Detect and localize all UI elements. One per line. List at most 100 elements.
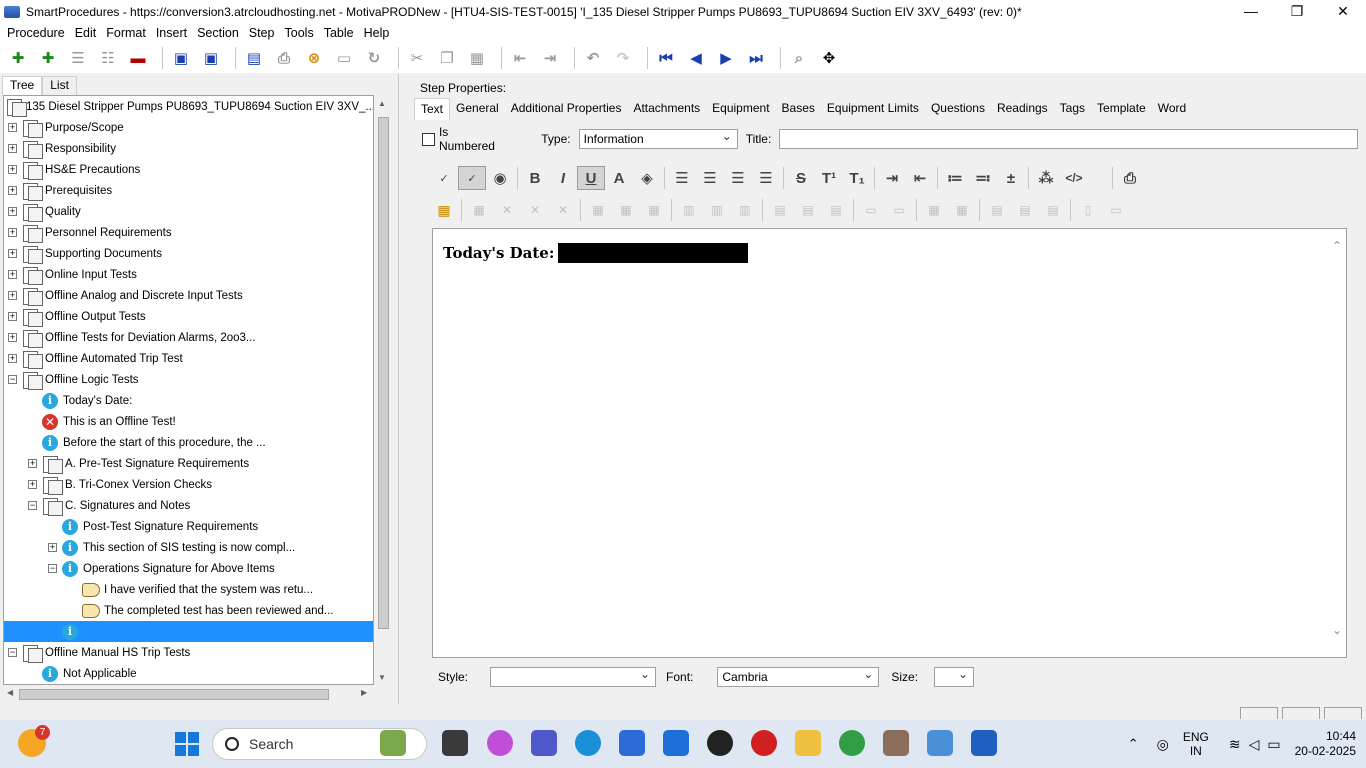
style-select[interactable] — [490, 667, 657, 687]
scroll-left-icon[interactable]: ◀ — [7, 688, 13, 697]
tree-item[interactable]: The completed test has been reviewed and… — [4, 600, 373, 621]
tab-tree[interactable]: Tree — [2, 76, 43, 95]
tree-item[interactable]: i Before the start of this procedure, the… — [4, 432, 373, 453]
expand-icon[interactable]: + — [8, 249, 17, 258]
size-select[interactable] — [934, 667, 975, 687]
editor-content[interactable]: Today's Date: — [443, 243, 749, 263]
html-source-icon[interactable]: </> — [1060, 166, 1088, 190]
chevron-up-icon[interactable]: ⌃ — [1128, 736, 1139, 752]
power-automate-icon[interactable] — [663, 730, 689, 756]
tree-item[interactable]: + Offline Automated Trip Test — [4, 348, 373, 369]
tree-vertical-scrollbar[interactable]: ▲ ▼ — [375, 95, 391, 685]
remote-app-icon[interactable] — [883, 730, 909, 756]
menu-insert[interactable]: Insert — [151, 26, 192, 40]
tree-item[interactable]: + Online Input Tests — [4, 264, 373, 285]
tree-item[interactable]: − i Operations Signature for Above Items — [4, 558, 373, 579]
expand-icon[interactable]: + — [8, 333, 17, 342]
close-button[interactable]: ✕ — [1320, 0, 1366, 23]
dell-icon[interactable] — [707, 730, 733, 756]
align-left-icon[interactable]: ☰ — [668, 166, 696, 190]
tree-item[interactable]: + Quality — [4, 201, 373, 222]
opera-icon[interactable] — [751, 730, 777, 756]
numbered-list-icon[interactable]: ≕ — [969, 166, 997, 190]
tree-item[interactable]: + i This section of SIS testing is now com… — [4, 537, 373, 558]
font-select[interactable]: Cambria — [717, 667, 880, 687]
spellcheck-icon[interactable]: ✓ — [430, 166, 458, 190]
decrease-indent-icon[interactable]: ⇤ — [906, 166, 934, 190]
align-center-icon[interactable]: ☰ — [696, 166, 724, 190]
minimize-button[interactable]: — — [1228, 0, 1274, 23]
tree-item[interactable]: ✕ This is an Offline Test! — [4, 411, 373, 432]
language-indicator[interactable]: ENG IN — [1183, 730, 1209, 758]
expand-icon[interactable]: + — [8, 165, 17, 174]
tree-item[interactable]: + Prerequisites — [4, 180, 373, 201]
justify-icon[interactable]: ☰ — [752, 166, 780, 190]
type-select[interactable]: Information — [578, 129, 738, 149]
chevron-up-icon[interactable]: ⌃ — [1332, 239, 1342, 253]
tab-equipment[interactable]: Equipment — [706, 98, 775, 120]
underline-icon[interactable]: U — [577, 166, 605, 190]
step-text-editor[interactable]: Today's Date: ⌃ ⌄ — [432, 228, 1347, 658]
strikethrough-icon[interactable]: S — [787, 166, 815, 190]
move-icon[interactable]: ✥ — [817, 46, 841, 70]
tree-item[interactable]: − Offline Manual HS Trip Tests — [4, 642, 373, 663]
scroll-up-icon[interactable]: ▲ — [378, 99, 386, 108]
file-explorer-icon[interactable] — [795, 730, 821, 756]
tree-item[interactable]: + Purpose/Scope — [4, 117, 373, 138]
menu-section[interactable]: Section — [192, 26, 244, 40]
menu-table[interactable]: Table — [319, 26, 359, 40]
tree-item[interactable]: i Today's Date: — [4, 390, 373, 411]
editor-scrollbar[interactable]: ⌃ ⌄ — [1332, 239, 1344, 639]
tree-item[interactable]: + Personnel Requirements — [4, 222, 373, 243]
copilot-icon[interactable] — [487, 730, 513, 756]
expand-icon[interactable]: + — [28, 459, 37, 468]
expand-icon[interactable]: + — [28, 480, 37, 489]
collapse-icon[interactable]: − — [8, 375, 17, 384]
tree-item[interactable]: + Offline Output Tests — [4, 306, 373, 327]
expand-icon[interactable]: + — [8, 228, 17, 237]
remove-icon[interactable]: ▬ — [126, 46, 150, 70]
expand-icon[interactable]: + — [8, 291, 17, 300]
expand-icon[interactable]: + — [8, 354, 17, 363]
expand-icon[interactable]: + — [8, 207, 17, 216]
store-icon[interactable] — [619, 730, 645, 756]
frame-icon[interactable]: ▭ — [332, 46, 356, 70]
outdent-icon[interactable]: ⇤ — [508, 46, 532, 70]
menu-tools[interactable]: Tools — [280, 26, 319, 40]
smartprocedures-taskbar-icon[interactable] — [927, 730, 953, 756]
battery-icon[interactable]: ▭ — [1267, 736, 1280, 753]
menu-procedure[interactable]: Procedure — [2, 26, 70, 40]
menu-edit[interactable]: Edit — [70, 26, 102, 40]
paste-icon[interactable]: ▦ — [465, 46, 489, 70]
superscript-icon[interactable]: T¹ — [815, 166, 843, 190]
tree-item[interactable]: + HS&E Precautions — [4, 159, 373, 180]
tree-item[interactable]: + Supporting Documents — [4, 243, 373, 264]
previous-icon[interactable]: ◀ — [684, 46, 708, 70]
font-color-icon[interactable]: A — [605, 166, 633, 190]
tab-additional-properties[interactable]: Additional Properties — [505, 98, 628, 120]
scroll-right-icon[interactable]: ▶ — [361, 688, 367, 697]
expand-icon[interactable]: + — [8, 123, 17, 132]
tree-item[interactable]: I_135 Diesel Stripper Pumps PU8693_TUPU8… — [4, 96, 373, 117]
volume-icon[interactable]: ◁ — [1249, 736, 1260, 753]
tree-item[interactable]: + Offline Tests for Deviation Alarms, 2oo… — [4, 327, 373, 348]
tab-general[interactable]: General — [450, 98, 505, 120]
reload-icon[interactable]: ↻ — [362, 46, 386, 70]
tree-item[interactable]: i Not Applicable — [4, 663, 373, 684]
expand-icon[interactable]: + — [8, 312, 17, 321]
word-icon[interactable] — [971, 730, 997, 756]
tab-bases[interactable]: Bases — [776, 98, 821, 120]
tab-equipment-limits[interactable]: Equipment Limits — [821, 98, 925, 120]
collapse-icon[interactable]: − — [48, 564, 57, 573]
menu-format[interactable]: Format — [101, 26, 151, 40]
scroll-thumb[interactable] — [19, 689, 329, 700]
network-status-icon[interactable]: ◎ — [1157, 736, 1169, 753]
scroll-thumb[interactable] — [378, 117, 389, 629]
italic-icon[interactable]: I — [549, 166, 577, 190]
scroll-down-icon[interactable]: ▼ — [378, 673, 386, 682]
save-icon[interactable]: ▣ — [199, 46, 223, 70]
widgets-icon[interactable] — [380, 730, 406, 756]
edge-icon[interactable] — [575, 730, 601, 756]
add-child-icon[interactable]: ✚ — [36, 46, 60, 70]
tree-item[interactable]: − Offline Logic Tests — [4, 369, 373, 390]
